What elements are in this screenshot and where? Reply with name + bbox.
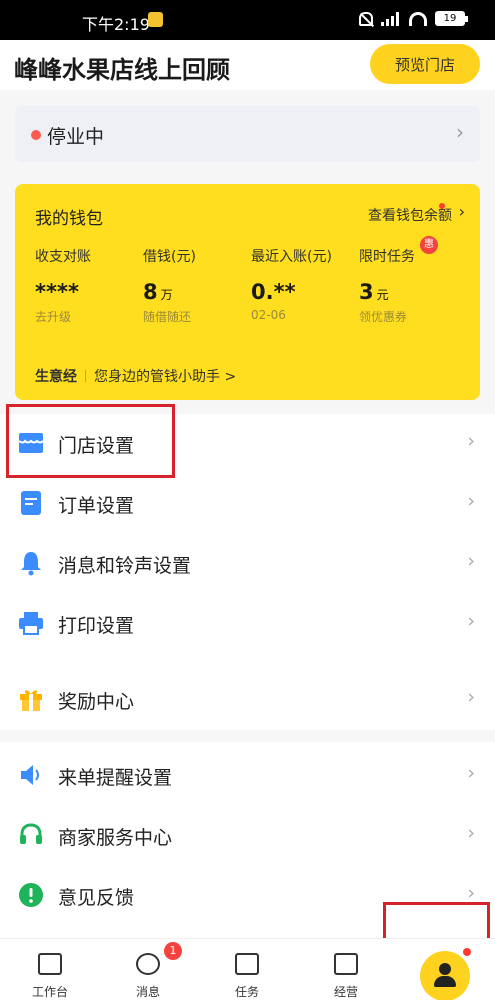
tab-profile[interactable] — [420, 951, 470, 1000]
menu-label: 意见反馈 — [58, 887, 135, 909]
menu-label: 打印设置 — [58, 615, 135, 637]
discount-badge: 惠 — [420, 236, 438, 254]
headset-icon — [20, 823, 42, 844]
wallet-card[interactable]: 我的钱包 查看钱包余额 › 收支对账 **** 去升级 借钱(元) 8万 随借随… — [15, 184, 480, 400]
section-divider — [0, 730, 495, 742]
stat-value: 0.** — [251, 280, 296, 304]
tab-tasks[interactable]: 任务 — [207, 939, 287, 1000]
menu-label: 消息和铃声设置 — [58, 555, 192, 577]
highlight-box-store-settings — [6, 404, 175, 478]
wallet-stat-reconcile[interactable]: 收支对账 **** 去升级 — [35, 246, 145, 325]
tab-workbench[interactable]: 工作台 — [10, 939, 90, 1000]
stat-sub: 02-06 — [251, 308, 286, 322]
mute-icon — [359, 11, 373, 26]
wallet-footer-link[interactable]: 生意经 您身边的管钱小助手 > — [35, 366, 236, 386]
tab-label: 消息 — [135, 985, 160, 999]
stat-label: 最近入账(元) — [251, 249, 332, 265]
chevron-right-icon: › — [467, 822, 475, 844]
tab-label: 工作台 — [31, 985, 68, 999]
menu-label: 订单设置 — [58, 495, 135, 517]
message-badge: 1 — [164, 942, 182, 960]
chevron-right-icon: › — [467, 762, 475, 784]
tab-label: 经营 — [333, 985, 358, 999]
tab-label: 任务 — [234, 985, 259, 999]
stat-sub: 去升级 — [35, 310, 72, 324]
gift-icon — [20, 690, 42, 711]
page-title: 峰峰水果店线上回顾 — [14, 56, 230, 84]
stat-value: 3元 — [359, 280, 389, 304]
stat-label: 借钱(元) — [143, 249, 196, 265]
tab-business[interactable]: 经营 — [306, 939, 386, 1000]
printer-icon — [19, 612, 43, 635]
menu-item-print-settings[interactable]: 打印设置 › — [0, 594, 495, 654]
status-icons: 19 — [359, 11, 468, 26]
bell-icon — [21, 552, 41, 576]
status-time: 下午2:19 — [82, 15, 150, 34]
stat-sub: 随借随还 — [143, 310, 192, 324]
wallet-title: 我的钱包 — [35, 209, 103, 229]
chevron-right-icon: › — [467, 882, 475, 904]
signal-icon — [381, 11, 401, 26]
wallet-stat-limited-task[interactable]: 限时任务 3元 领优惠券 — [359, 246, 469, 325]
wallet-stat-recent-income[interactable]: 最近入账(元) 0.** 02-06 — [251, 246, 361, 322]
chevron-right-icon: › — [456, 120, 464, 144]
menu-item-message-settings[interactable]: 消息和铃声设置 › — [0, 534, 495, 594]
store-status-label: 停业中 — [47, 126, 105, 148]
chevron-right-icon: › — [467, 610, 475, 632]
chevron-right-icon: › — [467, 430, 475, 452]
status-bar: 下午2:19 19 — [0, 0, 495, 40]
menu-item-merchant-service[interactable]: 商家服务中心 › — [0, 806, 495, 866]
wallet-footer-text: 您身边的管钱小助手 > — [94, 369, 237, 385]
wallet-footer-title: 生意经 — [35, 369, 77, 385]
menu-item-order-alert-settings[interactable]: 来单提醒设置 › — [0, 746, 495, 806]
wifi-icon — [409, 11, 427, 26]
menu-label: 奖励中心 — [58, 691, 135, 713]
notification-app-icon — [148, 12, 163, 27]
stat-label: 收支对账 — [35, 249, 91, 265]
wallet-stat-loan[interactable]: 借钱(元) 8万 随借随还 — [143, 246, 253, 325]
stat-value: **** — [35, 280, 79, 304]
profile-icon — [439, 963, 451, 975]
status-dot — [31, 130, 41, 140]
chart-icon — [334, 953, 358, 975]
settings-menu: 门店设置 › 订单设置 › 消息和铃声设置 › 打印设置 › 奖励中心 › 来单… — [0, 414, 495, 938]
workbench-icon — [38, 953, 62, 975]
feedback-icon — [19, 883, 43, 907]
menu-label: 商家服务中心 — [58, 827, 173, 849]
menu-item-rewards[interactable]: 奖励中心 › — [0, 670, 495, 730]
chevron-right-icon: › — [458, 202, 465, 221]
task-icon — [235, 953, 259, 975]
notification-dot — [463, 948, 471, 956]
menu-item-order-settings[interactable]: 订单设置 › — [0, 474, 495, 534]
chevron-right-icon: › — [467, 686, 475, 708]
preview-store-button[interactable]: 预览门店 — [370, 44, 480, 84]
notification-dot — [439, 203, 445, 209]
stat-value: 8万 — [143, 280, 173, 304]
chevron-right-icon: › — [467, 490, 475, 512]
page-header: 峰峰水果店线上回顾 预览门店 — [0, 40, 495, 90]
store-status-card[interactable]: 停业中 › — [15, 106, 480, 162]
chevron-right-icon: › — [467, 550, 475, 572]
speaker-icon — [21, 765, 39, 785]
battery-icon: 19 — [435, 11, 468, 26]
message-icon — [136, 953, 160, 975]
stat-label: 限时任务 — [359, 249, 415, 265]
divider — [85, 370, 86, 382]
stat-sub: 领优惠券 — [359, 310, 408, 324]
menu-label: 来单提醒设置 — [58, 767, 173, 789]
order-icon — [21, 491, 41, 515]
